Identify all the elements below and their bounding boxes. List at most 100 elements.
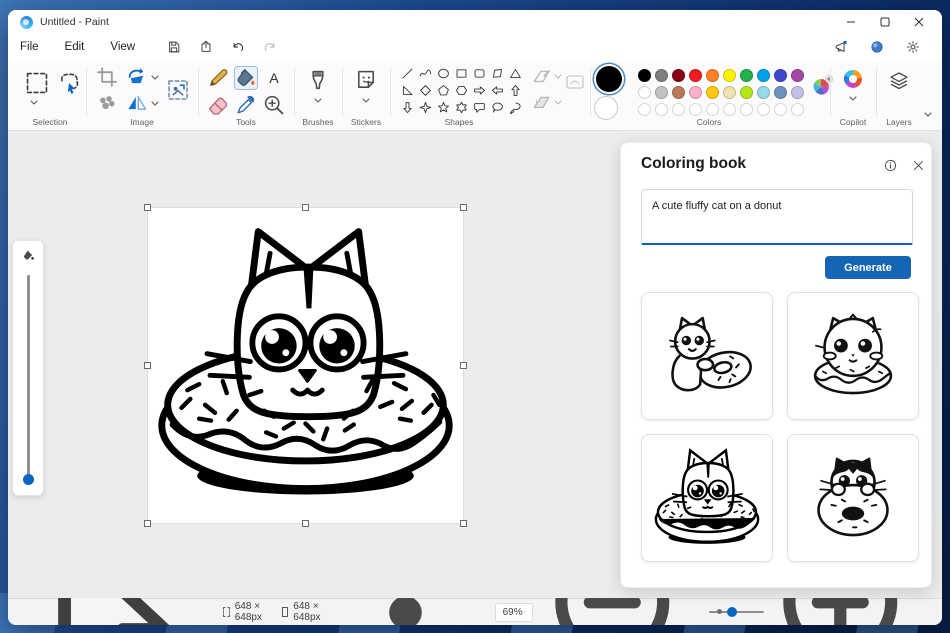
shape-arrow-right-icon[interactable]	[470, 82, 488, 99]
layers-icon[interactable]	[888, 70, 910, 92]
info-icon[interactable]	[881, 156, 899, 174]
palette-swatch-r1c3[interactable]	[671, 68, 685, 82]
crop-icon[interactable]	[96, 66, 118, 88]
result-thumbnail-1[interactable]	[641, 292, 773, 420]
eyedropper-icon[interactable]	[234, 93, 258, 117]
palette-swatch-r1c10[interactable]	[790, 68, 804, 82]
prompt-input[interactable]	[641, 189, 913, 245]
shape-arrow-left-icon[interactable]	[488, 82, 506, 99]
shape-hexagon-icon[interactable]	[452, 82, 470, 99]
rectangle-select-icon[interactable]	[24, 70, 50, 96]
shape-fill-chevron-icon[interactable]	[554, 100, 562, 105]
flip-icon[interactable]	[126, 92, 148, 114]
undo-icon[interactable]	[225, 37, 251, 57]
free-select-icon[interactable]	[56, 70, 82, 96]
shape-six-point-star-icon[interactable]	[452, 99, 470, 116]
minimize-button[interactable]	[834, 11, 868, 33]
shape-oval-bubble-icon[interactable]	[488, 99, 506, 116]
palette-swatch-empty-7[interactable]	[739, 102, 753, 116]
selection-handle-n[interactable]	[302, 204, 309, 211]
palette-swatch-r1c4[interactable]	[688, 68, 702, 82]
brushes-icon[interactable]	[306, 68, 330, 92]
zoom-level-dropdown[interactable]: 69%	[494, 602, 534, 622]
palette-swatch-empty-4[interactable]	[688, 102, 702, 116]
maximize-button[interactable]	[868, 11, 902, 33]
shape-triangle-icon[interactable]	[506, 65, 524, 82]
text-tool-icon[interactable]: A	[262, 66, 286, 90]
selection-handle-w[interactable]	[144, 362, 151, 369]
resize-icon[interactable]	[166, 78, 190, 102]
palette-swatch-r2c2[interactable]	[654, 85, 668, 99]
palette-swatch-empty-10[interactable]	[790, 102, 804, 116]
size-slider-thumb[interactable]	[22, 474, 34, 485]
color1-swatch[interactable]	[596, 66, 622, 92]
palette-swatch-empty-6[interactable]	[722, 102, 736, 116]
rotate-icon[interactable]	[126, 66, 148, 88]
save-icon[interactable]	[161, 37, 187, 57]
selection-handle-nw[interactable]	[144, 204, 151, 211]
selection-chevron-icon[interactable]	[30, 100, 38, 105]
shape-line-icon[interactable]	[398, 65, 416, 82]
zoom-slider-thumb[interactable]	[727, 607, 738, 617]
result-thumbnail-2[interactable]	[787, 292, 919, 420]
eraser-icon[interactable]	[206, 93, 230, 117]
shape-fill-icon[interactable]	[532, 94, 552, 112]
palette-swatch-r2c6[interactable]	[722, 85, 736, 99]
feedback-icon[interactable]	[828, 37, 854, 57]
stickers-icon[interactable]	[354, 68, 378, 92]
palette-swatch-empty-9[interactable]	[773, 102, 787, 116]
generate-button[interactable]: Generate	[825, 256, 911, 279]
palette-swatch-r2c1[interactable]	[637, 85, 651, 99]
ai-select-icon[interactable]	[96, 92, 118, 114]
menu-file[interactable]: File	[20, 41, 39, 53]
selection-handle-s[interactable]	[302, 520, 309, 527]
palette-swatch-r1c5[interactable]	[705, 68, 719, 82]
drawing-canvas[interactable]	[144, 204, 467, 527]
ribbon-collapse-chevron-icon[interactable]	[924, 112, 932, 117]
copilot-chevron-icon[interactable]	[849, 96, 857, 101]
shape-four-point-star-icon[interactable]	[416, 99, 434, 116]
palette-swatch-r1c2[interactable]	[654, 68, 668, 82]
settings-gear-icon[interactable]	[900, 37, 926, 57]
shape-ellipse-icon[interactable]	[434, 65, 452, 82]
shape-right-triangle-icon[interactable]	[398, 82, 416, 99]
palette-swatch-r2c7[interactable]	[739, 85, 753, 99]
result-thumbnail-4[interactable]	[787, 434, 919, 562]
shape-arrow-up-icon[interactable]	[506, 82, 524, 99]
selection-handle-ne[interactable]	[460, 204, 467, 211]
palette-swatch-r2c10[interactable]	[790, 85, 804, 99]
palette-swatch-r2c3[interactable]	[671, 85, 685, 99]
palette-swatch-r2c5[interactable]	[705, 85, 719, 99]
palette-swatch-r2c8[interactable]	[756, 85, 770, 99]
pencil-icon[interactable]	[206, 66, 230, 90]
shape-polygon-icon[interactable]	[488, 65, 506, 82]
shape-rectangle-icon[interactable]	[452, 65, 470, 82]
shape-curve-icon[interactable]	[416, 65, 434, 82]
menu-view[interactable]: View	[110, 41, 135, 53]
palette-swatch-empty-5[interactable]	[705, 102, 719, 116]
palette-swatch-empty-3[interactable]	[671, 102, 685, 116]
palette-swatch-r2c9[interactable]	[773, 85, 787, 99]
selection-handle-se[interactable]	[460, 520, 467, 527]
shape-rounded-rectangle-icon[interactable]	[470, 65, 488, 82]
shape-pentagon-icon[interactable]	[434, 82, 452, 99]
selection-handle-e[interactable]	[460, 362, 467, 369]
menu-edit[interactable]: Edit	[65, 41, 85, 53]
selection-handle-sw[interactable]	[144, 520, 151, 527]
result-thumbnail-3[interactable]	[641, 434, 773, 562]
flip-chevron-icon[interactable]	[151, 101, 159, 106]
palette-swatch-empty-8[interactable]	[756, 102, 770, 116]
palette-swatch-r1c1[interactable]	[637, 68, 651, 82]
palette-swatch-r1c6[interactable]	[722, 68, 736, 82]
panel-close-icon[interactable]	[909, 156, 927, 174]
redo-icon[interactable]	[257, 37, 283, 57]
shape-stamp-icon[interactable]	[564, 72, 586, 92]
rotate-chevron-icon[interactable]	[151, 75, 159, 80]
shape-speech-bubble-icon[interactable]	[470, 99, 488, 116]
palette-swatch-r1c9[interactable]	[773, 68, 787, 82]
palette-swatch-r1c7[interactable]	[739, 68, 753, 82]
palette-swatch-empty-2[interactable]	[654, 102, 668, 116]
share-icon[interactable]	[193, 37, 219, 57]
shape-five-point-star-icon[interactable]	[434, 99, 452, 116]
palette-swatch-r1c8[interactable]	[756, 68, 770, 82]
